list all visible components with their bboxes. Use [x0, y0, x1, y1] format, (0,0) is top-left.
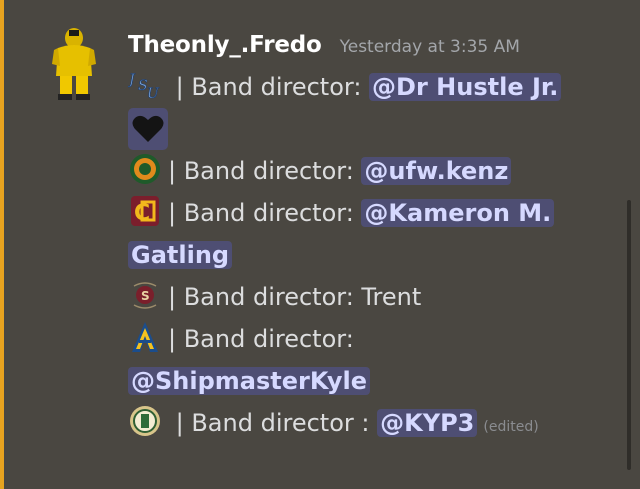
mention-continuation[interactable]	[128, 108, 168, 150]
message-line: | Band director: @ufw.kenz	[128, 150, 628, 192]
famu-seal-icon	[130, 154, 160, 184]
message-line	[128, 108, 628, 150]
timestamp[interactable]: Yesterday at 3:35 AM	[340, 37, 520, 57]
user-mention[interactable]: @ufw.kenz	[361, 157, 512, 185]
bethune-cookman-logo-icon: C	[131, 196, 159, 226]
user-mention-continuation[interactable]: Gatling	[128, 241, 233, 269]
user-mention[interactable]: @ShipmasterKyle	[128, 367, 371, 395]
line-text: | Band director:	[168, 157, 362, 185]
user-mention[interactable]: @KYP3	[377, 409, 478, 437]
chat-message: Theonly_.Fredo Yesterday at 3:35 AM J S …	[128, 32, 628, 444]
svg-text:U: U	[147, 86, 160, 102]
message-line: | Band director:	[128, 318, 628, 360]
line-text: | Band director :	[168, 409, 378, 437]
username[interactable]: Theonly_.Fredo	[128, 32, 322, 58]
line-text: | Band director:	[168, 325, 354, 353]
avatar[interactable]	[48, 26, 100, 104]
message-line: C | Band director: @Kameron M.	[128, 192, 628, 234]
line-text: | Band director:	[168, 199, 362, 227]
message-line: @ShipmasterKyle	[128, 360, 628, 402]
user-mention[interactable]: @Kameron M.	[361, 199, 555, 227]
message-highlight-bar	[0, 0, 4, 489]
nc-at-logo-icon	[132, 322, 158, 352]
edited-label[interactable]: (edited)	[483, 419, 538, 435]
message-line: S | Band director: Trent	[128, 276, 628, 318]
svg-text:S: S	[141, 289, 150, 303]
texas-southern-seal-icon: S	[133, 282, 157, 309]
svg-text:J: J	[128, 72, 136, 88]
message-line: | Band director : @KYP3 (edited)	[128, 402, 628, 444]
jsu-logo-icon: J S U	[128, 72, 160, 102]
message-line: Gatling	[128, 234, 628, 276]
user-mention[interactable]: @Dr Hustle Jr.	[369, 73, 562, 101]
black-heart-icon	[132, 115, 164, 142]
message-header: Theonly_.Fredo Yesterday at 3:35 AM	[128, 32, 628, 66]
line-text: | Band director:	[168, 73, 370, 101]
line-text: | Band director: Trent	[168, 283, 422, 311]
tennessee-state-seal-icon	[130, 406, 160, 436]
message-line: J S U | Band director: @Dr Hustle Jr.	[128, 66, 628, 108]
